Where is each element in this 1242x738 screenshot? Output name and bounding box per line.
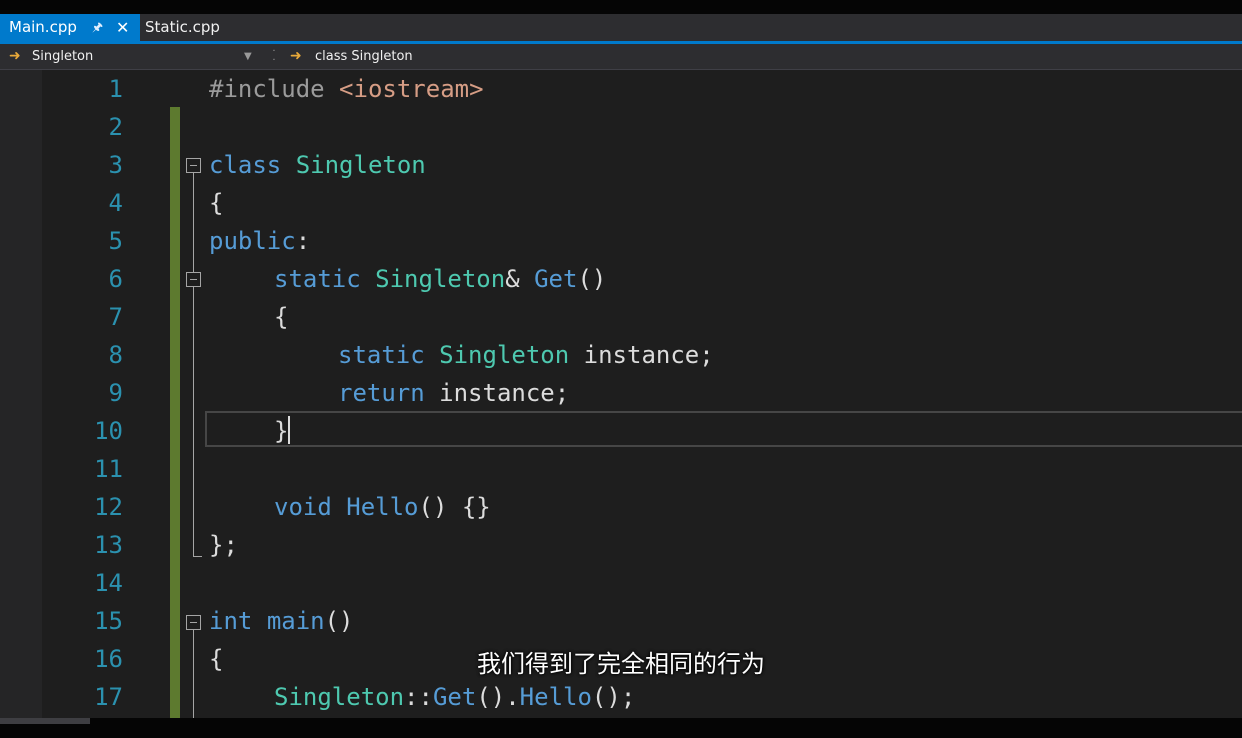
tab-static-cpp[interactable]: Static.cpp [145,14,255,41]
code-line-1: #include <iostream> [209,75,484,103]
arrow-right-icon: ➜ [9,48,21,64]
code-line-4: { [209,189,224,217]
code-line-17: Singleton::Get().Hello(); [274,683,636,711]
scope-label: Singleton [32,49,94,64]
scope-dropdown[interactable]: ➜ Singleton ▼ [0,44,265,69]
code-line-6: static Singleton& Get() [274,265,607,293]
pin-icon[interactable]: 🖈 [92,14,103,41]
code-text[interactable]: #include <iostream> class Singleton { pu… [0,70,1242,718]
code-line-10: } [274,417,289,445]
navigation-bar: ➜ Singleton ▼ · · ➜ class Singleton [0,44,1242,70]
tab-label: Main.cpp [9,18,77,36]
tab-main-cpp[interactable]: Main.cpp 🖈 ✕ [0,14,140,41]
code-line-12: void Hello() {} [274,493,491,521]
visual-studio-window: Main.cpp 🖈 ✕ Static.cpp ➜ Singleton ▼ · ·… [0,0,1242,738]
code-line-5: public: [209,227,311,255]
code-line-8: static Singleton instance; [338,341,714,369]
code-line-7: { [274,303,289,331]
document-tab-bar: Main.cpp 🖈 ✕ Static.cpp [0,14,1242,41]
tab-label: Static.cpp [145,18,220,36]
code-line-9: return instance; [338,379,570,407]
code-line-15: int main() [209,607,354,635]
top-strip [0,0,1242,14]
split-icon[interactable]: · · [267,47,281,66]
arrow-right-icon: ➜ [290,48,302,64]
bottom-strip [0,718,1242,738]
chevron-down-icon: ▼ [244,51,252,62]
text-caret [288,416,290,444]
code-editor[interactable]: 1 2 3 4 5 6 7 8 9 10 11 12 13 14 15 16 1… [0,70,1242,718]
video-subtitle: 我们得到了完全相同的行为 [477,650,765,678]
code-line-13: }; [209,531,238,559]
member-label: class Singleton [315,49,413,64]
close-icon[interactable]: ✕ [116,14,129,41]
horizontal-scrollbar[interactable] [0,718,90,724]
code-line-3: class Singleton [209,151,426,179]
